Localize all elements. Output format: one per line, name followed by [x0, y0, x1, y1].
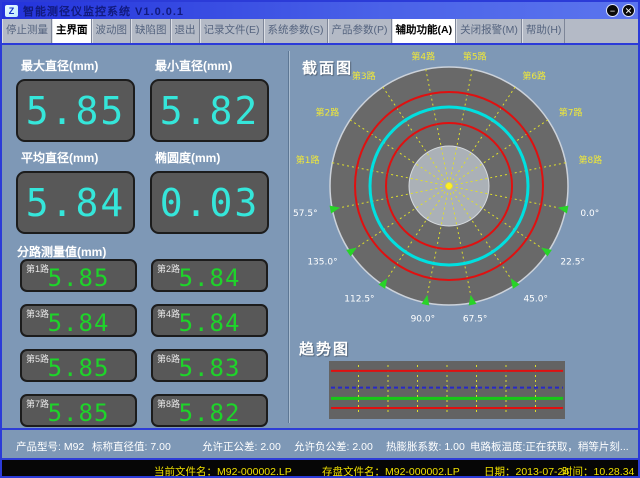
- gauge-value: 5.82: [160, 89, 260, 133]
- svg-text:157.5°: 157.5°: [293, 209, 318, 219]
- svg-text:0.0°: 0.0°: [580, 209, 599, 219]
- trend-chart: [329, 361, 565, 419]
- channel-value: 5.85: [22, 264, 135, 292]
- menu-product-params[interactable]: 产品参数(P): [328, 19, 392, 43]
- status-bar: 当前文件名：M92-000002.LP 存盘文件名：M92-000002.LP …: [2, 458, 638, 476]
- gauge-value: 5.85: [26, 89, 126, 133]
- channel-display-7: 第7路 5.85: [20, 394, 137, 427]
- channel-display-1: 第1路 5.85: [20, 259, 137, 292]
- gauge-avg-diameter: 平均直径(mm) 5.84: [16, 149, 135, 234]
- menu-stop-measure[interactable]: 停止测量: [2, 19, 52, 43]
- gauge-max-diameter: 最大直径(mm) 5.85: [16, 57, 135, 142]
- minimize-button[interactable]: −: [606, 4, 619, 17]
- status-date: 日期：2013-07-24: [484, 464, 569, 478]
- gauge-value: 5.84: [26, 181, 126, 225]
- trend-chart-title: 趋势图: [299, 338, 350, 359]
- gauge-label: 平均直径(mm): [21, 149, 135, 166]
- window-title: 智能测径仪监控系统 V1.0.0.1: [23, 3, 184, 19]
- svg-text:第5路: 第5路: [463, 51, 487, 63]
- channel-display-3: 第3路 5.84: [20, 304, 137, 337]
- menu-fluctuation-chart[interactable]: 波动图: [92, 19, 132, 43]
- channel-value: 5.85: [22, 354, 135, 382]
- status-time: 时间：10.28.34: [562, 464, 634, 478]
- param-board-temperature: 电路板温度:正在获取，稍等片刻...: [470, 439, 629, 454]
- svg-text:第8路: 第8路: [578, 154, 602, 166]
- channel-value: 5.84: [153, 309, 266, 337]
- parameter-bar: 产品型号: M92 标称直径值: 7.00 允许正公差: 2.00 允许负公差:…: [2, 428, 638, 458]
- channel-value: 5.83: [153, 354, 266, 382]
- menu-close-alarm[interactable]: 关闭报警(M): [456, 19, 522, 43]
- channel-value: 5.85: [22, 399, 135, 427]
- svg-text:第2路: 第2路: [316, 107, 340, 119]
- app-icon: Z: [5, 5, 18, 17]
- svg-text:135.0°: 135.0°: [307, 257, 337, 267]
- menu-main-screen[interactable]: 主界面: [52, 19, 92, 43]
- param-plus-tolerance: 允许正公差: 2.00: [202, 439, 281, 454]
- section-chart: 第8路 第7路 第6路 第5路 第4路第3路第2路第1路 0.0° 22.5° 45.0° 67…: [293, 49, 638, 345]
- title-bar: Z 智能测径仪监控系统 V1.0.0.1 − ✕: [2, 2, 638, 19]
- channel-value: 5.82: [153, 399, 266, 427]
- gauge-display: 5.84: [16, 171, 135, 234]
- menu-record-file[interactable]: 记录文件(E): [200, 19, 264, 43]
- param-product-model: 产品型号: M92: [16, 439, 84, 454]
- menu-bar: 停止测量 主界面 波动图 缺陷图 退出 记录文件(E) 系统参数(S) 产品参数…: [2, 19, 638, 43]
- menu-defect-chart[interactable]: 缺陷图: [131, 19, 171, 43]
- svg-text:第4路: 第4路: [411, 51, 435, 63]
- status-saved-file: 存盘文件名：M92-000002.LP: [322, 464, 460, 478]
- minimize-icon: −: [610, 6, 615, 16]
- menu-exit[interactable]: 退出: [171, 19, 200, 43]
- channel-value: 5.84: [22, 309, 135, 337]
- channel-display-6: 第6路 5.83: [151, 349, 268, 382]
- channel-display-5: 第5路 5.85: [20, 349, 137, 382]
- svg-text:45.0°: 45.0°: [523, 294, 548, 304]
- gauge-display: 5.85: [16, 79, 135, 142]
- channel-display-4: 第4路 5.84: [151, 304, 268, 337]
- close-button[interactable]: ✕: [622, 4, 635, 17]
- gauge-display: 5.82: [150, 79, 269, 142]
- svg-text:第6路: 第6路: [522, 70, 546, 82]
- gauge-label: 最小直径(mm): [155, 57, 269, 74]
- gauge-ovality: 椭圆度(mm) 0.03: [150, 149, 269, 234]
- gauge-display: 0.03: [150, 171, 269, 234]
- panel-divider: [288, 51, 290, 423]
- svg-text:22.5°: 22.5°: [560, 257, 585, 267]
- channel-value: 5.84: [153, 264, 266, 292]
- close-icon: ✕: [625, 6, 633, 16]
- svg-text:112.5°: 112.5°: [344, 294, 374, 304]
- svg-text:第3路: 第3路: [352, 70, 376, 82]
- svg-text:第1路: 第1路: [296, 154, 320, 166]
- gauge-value: 0.03: [160, 181, 260, 225]
- gauge-label: 最大直径(mm): [21, 57, 135, 74]
- status-current-file: 当前文件名：M92-000002.LP: [154, 464, 292, 478]
- svg-text:67.5°: 67.5°: [463, 314, 488, 324]
- param-minus-tolerance: 允许负公差: 2.00: [294, 439, 373, 454]
- menu-help[interactable]: 帮助(H): [522, 19, 566, 43]
- param-expansion-coeff: 热膨胀系数: 1.00: [386, 439, 465, 454]
- svg-text:第7路: 第7路: [559, 107, 583, 119]
- channels-section-title: 分路测量值(mm): [17, 243, 106, 260]
- channel-display-8: 第8路 5.82: [151, 394, 268, 427]
- param-nominal-diameter: 标称直径值: 7.00: [92, 439, 171, 454]
- menu-system-params[interactable]: 系统参数(S): [264, 19, 328, 43]
- menu-aux-functions[interactable]: 辅助功能(A): [392, 19, 457, 43]
- app-window: Z 智能测径仪监控系统 V1.0.0.1 − ✕ 停止测量 主界面 波动图 缺陷…: [0, 0, 640, 478]
- gauge-label: 椭圆度(mm): [155, 149, 269, 166]
- channel-display-2: 第2路 5.84: [151, 259, 268, 292]
- gauge-min-diameter: 最小直径(mm) 5.82: [150, 57, 269, 142]
- svg-text:90.0°: 90.0°: [411, 314, 436, 324]
- main-area: 最大直径(mm) 5.85 最小直径(mm) 5.82 平均直径(mm) 5.8…: [2, 43, 638, 428]
